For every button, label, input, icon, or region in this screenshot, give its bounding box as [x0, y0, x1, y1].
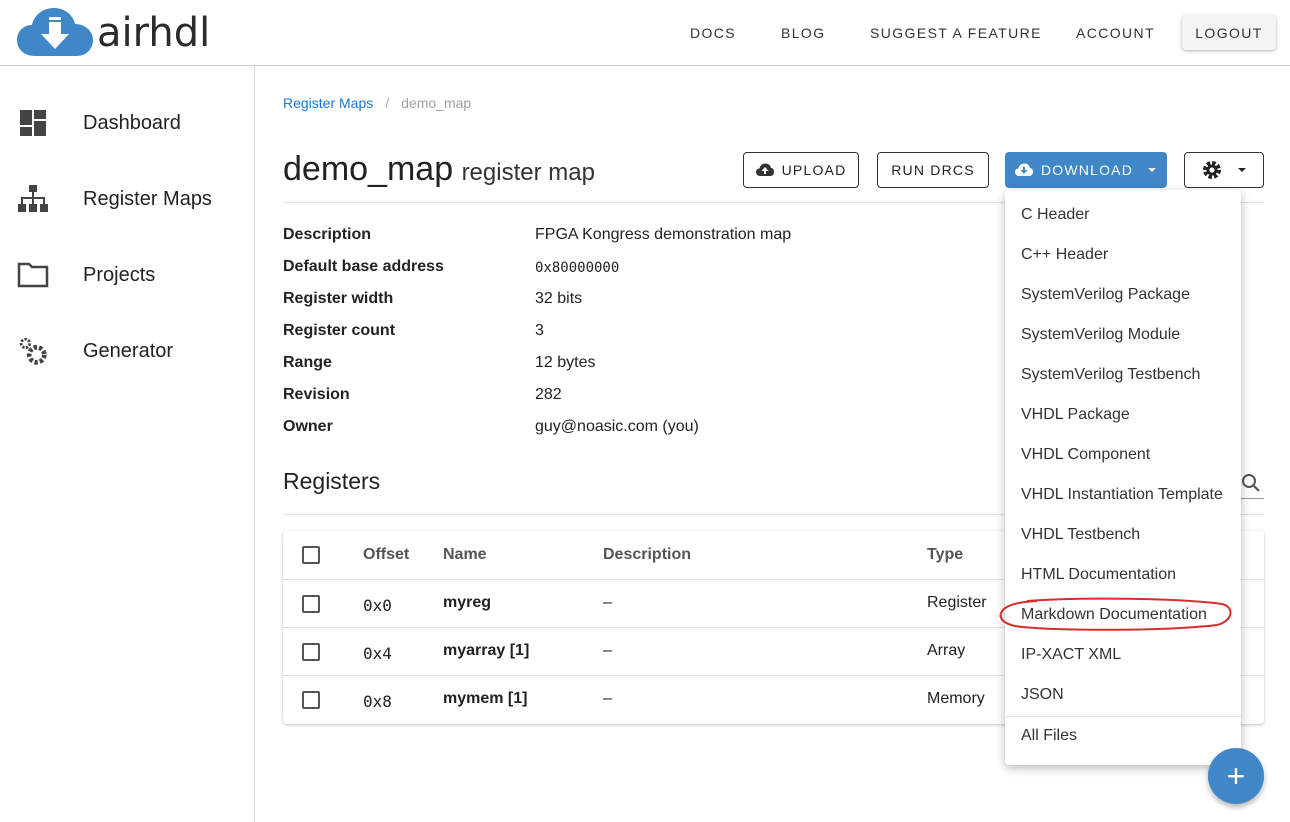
page-title-main: demo_map — [283, 150, 454, 188]
breadcrumb-separator: / — [385, 95, 390, 111]
column-header-offset[interactable]: Offset — [363, 546, 409, 564]
upload-label: UPLOAD — [781, 162, 847, 178]
settings-menu-button[interactable] — [1184, 152, 1264, 188]
sidebar-item-dashboard[interactable]: Dashboard — [0, 93, 254, 153]
menu-item-c-header[interactable]: C Header — [1005, 195, 1241, 235]
property-value: FPGA Kongress demonstration map — [535, 226, 792, 243]
menu-item-systemverilog-module[interactable]: SystemVerilog Module — [1005, 315, 1241, 355]
cloud-download-logo-icon — [17, 8, 93, 56]
menu-item-json[interactable]: JSON — [1005, 675, 1241, 715]
menu-item-vhdl-testbench[interactable]: VHDL Testbench — [1005, 515, 1241, 555]
cell-description: – — [603, 642, 612, 659]
menu-item-cpp-header[interactable]: C++ Header — [1005, 235, 1241, 275]
cell-type: Memory — [927, 690, 985, 707]
property-value: 32 bits — [535, 290, 583, 307]
nav-suggest-feature[interactable]: SUGGEST A FEATURE — [870, 25, 1042, 41]
caret-down-icon — [1148, 168, 1157, 172]
download-button[interactable]: DOWNLOAD — [1005, 152, 1167, 188]
menu-item-vhdl-instantiation-template[interactable]: VHDL Instantiation Template — [1005, 475, 1241, 515]
sidebar-item-generator[interactable]: Generator — [0, 321, 254, 381]
menu-item-html-documentation[interactable]: HTML Documentation — [1005, 555, 1241, 595]
top-bar: airhdl DOCS BLOG SUGGEST A FEATURE ACCOU… — [0, 0, 1290, 66]
run-drcs-button[interactable]: RUN DRCS — [877, 152, 989, 188]
page-title: demo_map register map — [283, 150, 595, 189]
row-checkbox[interactable] — [302, 595, 320, 613]
logo-text: airhdl — [97, 10, 211, 56]
cell-name[interactable]: mymem [1] — [443, 690, 527, 708]
add-register-fab-button[interactable]: + — [1208, 748, 1264, 804]
folder-icon — [17, 259, 49, 291]
sidebar-item-register-maps[interactable]: Register Maps — [0, 169, 254, 229]
search-input-underline — [1241, 498, 1264, 499]
sidebar-item-label: Register Maps — [83, 187, 212, 210]
cell-description: – — [603, 690, 612, 707]
property-key: Owner — [283, 418, 333, 435]
select-all-checkbox[interactable] — [302, 546, 320, 564]
property-value: 282 — [535, 386, 562, 403]
cell-name[interactable]: myarray [1] — [443, 642, 529, 660]
sidebar-item-projects[interactable]: Projects — [0, 245, 254, 305]
menu-item-vhdl-component[interactable]: VHDL Component — [1005, 435, 1241, 475]
nav-docs[interactable]: DOCS — [690, 25, 736, 41]
cell-name[interactable]: myreg — [443, 594, 491, 612]
column-header-type[interactable]: Type — [927, 546, 963, 564]
caret-down-icon — [1238, 168, 1246, 172]
row-checkbox[interactable] — [302, 643, 320, 661]
download-label: DOWNLOAD — [1040, 162, 1134, 178]
property-value: 0x80000000 — [535, 260, 620, 276]
column-header-description[interactable]: Description — [603, 546, 691, 564]
registers-heading: Registers — [283, 468, 381, 494]
breadcrumb-register-maps[interactable]: Register Maps — [283, 95, 373, 111]
gears-icon — [17, 335, 49, 367]
cloud-download-icon — [1014, 163, 1033, 176]
property-key: Default base address — [283, 258, 444, 275]
logo[interactable]: airhdl — [17, 8, 210, 58]
menu-item-markdown-documentation[interactable]: Markdown Documentation — [1005, 595, 1241, 635]
column-header-name[interactable]: Name — [443, 546, 487, 564]
cell-offset: 0x4 — [363, 644, 392, 663]
nav-blog[interactable]: BLOG — [781, 25, 826, 41]
page-title-sub: register map — [461, 159, 595, 186]
gear-icon — [1203, 161, 1221, 179]
run-drcs-label: RUN DRCS — [891, 162, 975, 178]
cell-type: Array — [927, 642, 966, 659]
breadcrumb: Register Maps / demo_map — [283, 95, 471, 111]
dashboard-icon — [17, 107, 49, 139]
property-value: 3 — [535, 322, 544, 339]
cell-description: – — [603, 594, 612, 611]
cell-offset: 0x0 — [363, 596, 392, 615]
property-value: guy@noasic.com (you) — [535, 418, 699, 435]
upload-button[interactable]: UPLOAD — [743, 152, 859, 188]
sidebar-item-label: Projects — [83, 263, 156, 286]
property-key: Description — [283, 226, 372, 243]
sidebar-item-label: Generator — [83, 339, 174, 362]
nav-account[interactable]: ACCOUNT — [1076, 25, 1155, 41]
sitemap-icon — [17, 183, 49, 215]
menu-item-all-files[interactable]: All Files — [1005, 716, 1241, 756]
property-key: Range — [283, 354, 332, 371]
breadcrumb-current: demo_map — [401, 95, 472, 111]
logout-button[interactable]: LOGOUT — [1182, 15, 1276, 50]
property-key: Register width — [283, 290, 394, 307]
cloud-upload-icon — [755, 163, 774, 176]
property-value: 12 bytes — [535, 354, 596, 371]
row-checkbox[interactable] — [302, 691, 320, 709]
sidebar-item-label: Dashboard — [83, 111, 181, 134]
property-key: Revision — [283, 386, 350, 403]
cell-offset: 0x8 — [363, 692, 392, 711]
menu-item-ip-xact-xml[interactable]: IP-XACT XML — [1005, 635, 1241, 675]
search-icon[interactable] — [1241, 473, 1261, 493]
sidebar: Dashboard Register Maps Projects Generat… — [0, 66, 255, 822]
cell-type: Register — [927, 594, 987, 611]
menu-item-systemverilog-package[interactable]: SystemVerilog Package — [1005, 275, 1241, 315]
menu-item-systemverilog-testbench[interactable]: SystemVerilog Testbench — [1005, 355, 1241, 395]
download-dropdown-menu: C Header C++ Header SystemVerilog Packag… — [1005, 190, 1241, 765]
menu-item-vhdl-package[interactable]: VHDL Package — [1005, 395, 1241, 435]
property-key: Register count — [283, 322, 396, 339]
